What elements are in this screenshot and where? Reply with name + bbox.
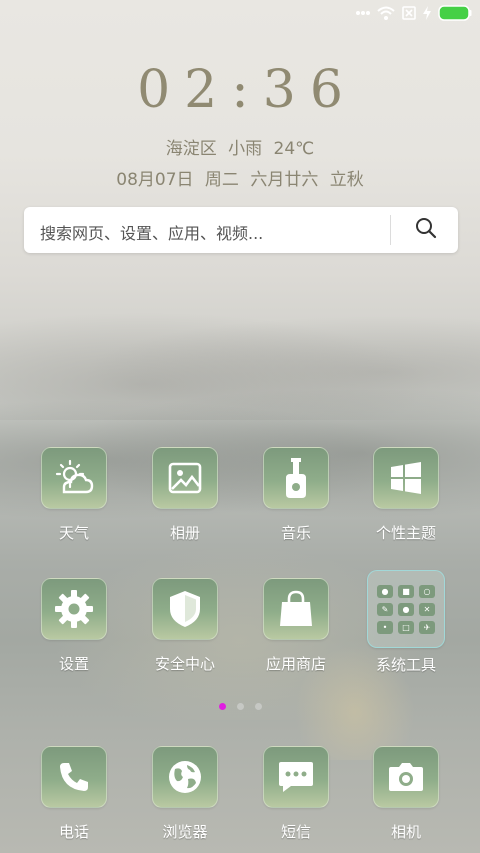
solar-term-text: 立秋	[329, 170, 364, 190]
search-icon	[415, 217, 437, 243]
app-label: 相机	[390, 823, 421, 841]
app-label: 浏览器	[162, 823, 208, 841]
lunar-date-text: 六月廿六	[250, 170, 319, 190]
dock-camera[interactable]: 相机	[356, 746, 456, 842]
app-gallery[interactable]: 相册	[135, 447, 235, 543]
app-music[interactable]: 音乐	[246, 447, 346, 543]
app-label: 设置	[58, 655, 89, 673]
search-input[interactable]: 搜索网页、设置、应用、视频...	[40, 220, 263, 244]
folder-icon: ● ■ ○ ✎ ● ✕ • □ ✈	[367, 570, 445, 648]
page-dot[interactable]	[254, 703, 262, 710]
app-label: 短信	[280, 823, 311, 841]
charging-icon	[423, 6, 431, 20]
weather-summary[interactable]: 海淀区 小雨 24℃	[0, 134, 480, 159]
app-label: 应用商店	[265, 655, 326, 673]
app-settings[interactable]: 设置	[24, 578, 124, 674]
search-button[interactable]	[408, 213, 444, 247]
themes-icon	[373, 447, 439, 509]
app-weather[interactable]: 天气	[24, 447, 124, 543]
app-security-center[interactable]: 安全中心	[135, 578, 235, 674]
app-label: 音乐	[280, 524, 311, 542]
search-bar[interactable]: 搜索网页、设置、应用、视频...	[24, 207, 458, 253]
app-store-icon	[263, 578, 329, 640]
dock-phone[interactable]: 电话	[24, 746, 124, 842]
page-indicator[interactable]	[0, 703, 480, 710]
weather-condition: 小雨	[228, 139, 263, 159]
weekday-text: 周二	[204, 170, 239, 190]
messages-icon	[263, 746, 329, 808]
page-dot[interactable]	[236, 703, 244, 710]
app-label: 天气	[58, 524, 89, 542]
app-label: 安全中心	[154, 655, 215, 673]
browser-icon	[152, 746, 218, 808]
folder-system-tools[interactable]: ● ■ ○ ✎ ● ✕ • □ ✈ 系统工具	[356, 570, 456, 675]
search-divider	[390, 215, 391, 245]
camera-icon	[373, 746, 439, 808]
weather-icon	[41, 447, 107, 509]
security-icon	[152, 578, 218, 640]
weather-district: 海淀区	[165, 139, 217, 159]
app-label: 个性主题	[375, 524, 436, 542]
lockscreen-clock[interactable]: 02:36	[0, 60, 480, 120]
phone-icon	[41, 746, 107, 808]
app-label: 相册	[169, 524, 200, 542]
date-summary[interactable]: 08月07日 周二 六月廿六 立秋	[0, 165, 480, 190]
date-text: 08月07日	[116, 170, 194, 190]
battery-icon	[438, 5, 472, 21]
dock-messages[interactable]: 短信	[246, 746, 346, 842]
settings-icon	[41, 578, 107, 640]
more-dots-icon	[356, 10, 370, 16]
app-label: 系统工具	[375, 656, 436, 674]
wallpaper-mist	[0, 300, 480, 420]
dock-browser[interactable]: 浏览器	[135, 746, 235, 842]
app-themes[interactable]: 个性主题	[356, 447, 456, 543]
wifi-icon	[377, 6, 395, 20]
weather-temperature: 24℃	[273, 139, 315, 159]
status-bar	[0, 0, 480, 28]
music-icon	[263, 447, 329, 509]
app-store[interactable]: 应用商店	[246, 578, 346, 674]
app-label: 电话	[58, 823, 89, 841]
page-dot-active[interactable]	[218, 703, 226, 710]
no-sim-icon	[402, 6, 416, 20]
gallery-icon	[152, 447, 218, 509]
